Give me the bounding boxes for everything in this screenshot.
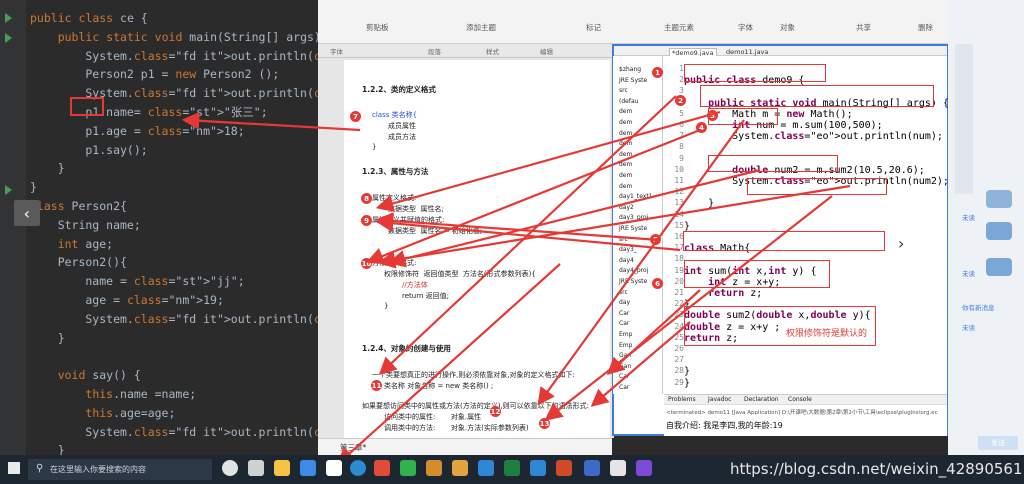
annotation-arrows (181, 95, 851, 455)
app-icon[interactable] (452, 460, 468, 476)
excel-icon[interactable] (504, 460, 520, 476)
app-icon[interactable] (374, 460, 390, 476)
store-icon[interactable] (274, 460, 290, 476)
app-icon[interactable] (636, 460, 652, 476)
task-view-icon[interactable] (248, 460, 264, 476)
app-icon[interactable] (478, 460, 494, 476)
wechat-icon[interactable] (400, 460, 416, 476)
edge-icon[interactable] (350, 460, 366, 476)
app-icon[interactable] (300, 460, 316, 476)
app-icon[interactable] (556, 460, 572, 476)
app-icon[interactable] (584, 460, 600, 476)
app-icon[interactable] (610, 460, 626, 476)
search-icon: ⚲ (36, 463, 44, 474)
watermark-text: https://blog.csdn.net/weixin_42890561 (730, 460, 1023, 478)
app-icon[interactable] (426, 460, 442, 476)
app-icon[interactable] (326, 460, 342, 476)
windows-start-icon[interactable] (8, 462, 20, 474)
cortana-icon[interactable] (222, 460, 238, 476)
taskbar-search-box[interactable]: 在这里输入你要搜索的内容 (28, 459, 212, 480)
app-icon[interactable] (530, 460, 546, 476)
